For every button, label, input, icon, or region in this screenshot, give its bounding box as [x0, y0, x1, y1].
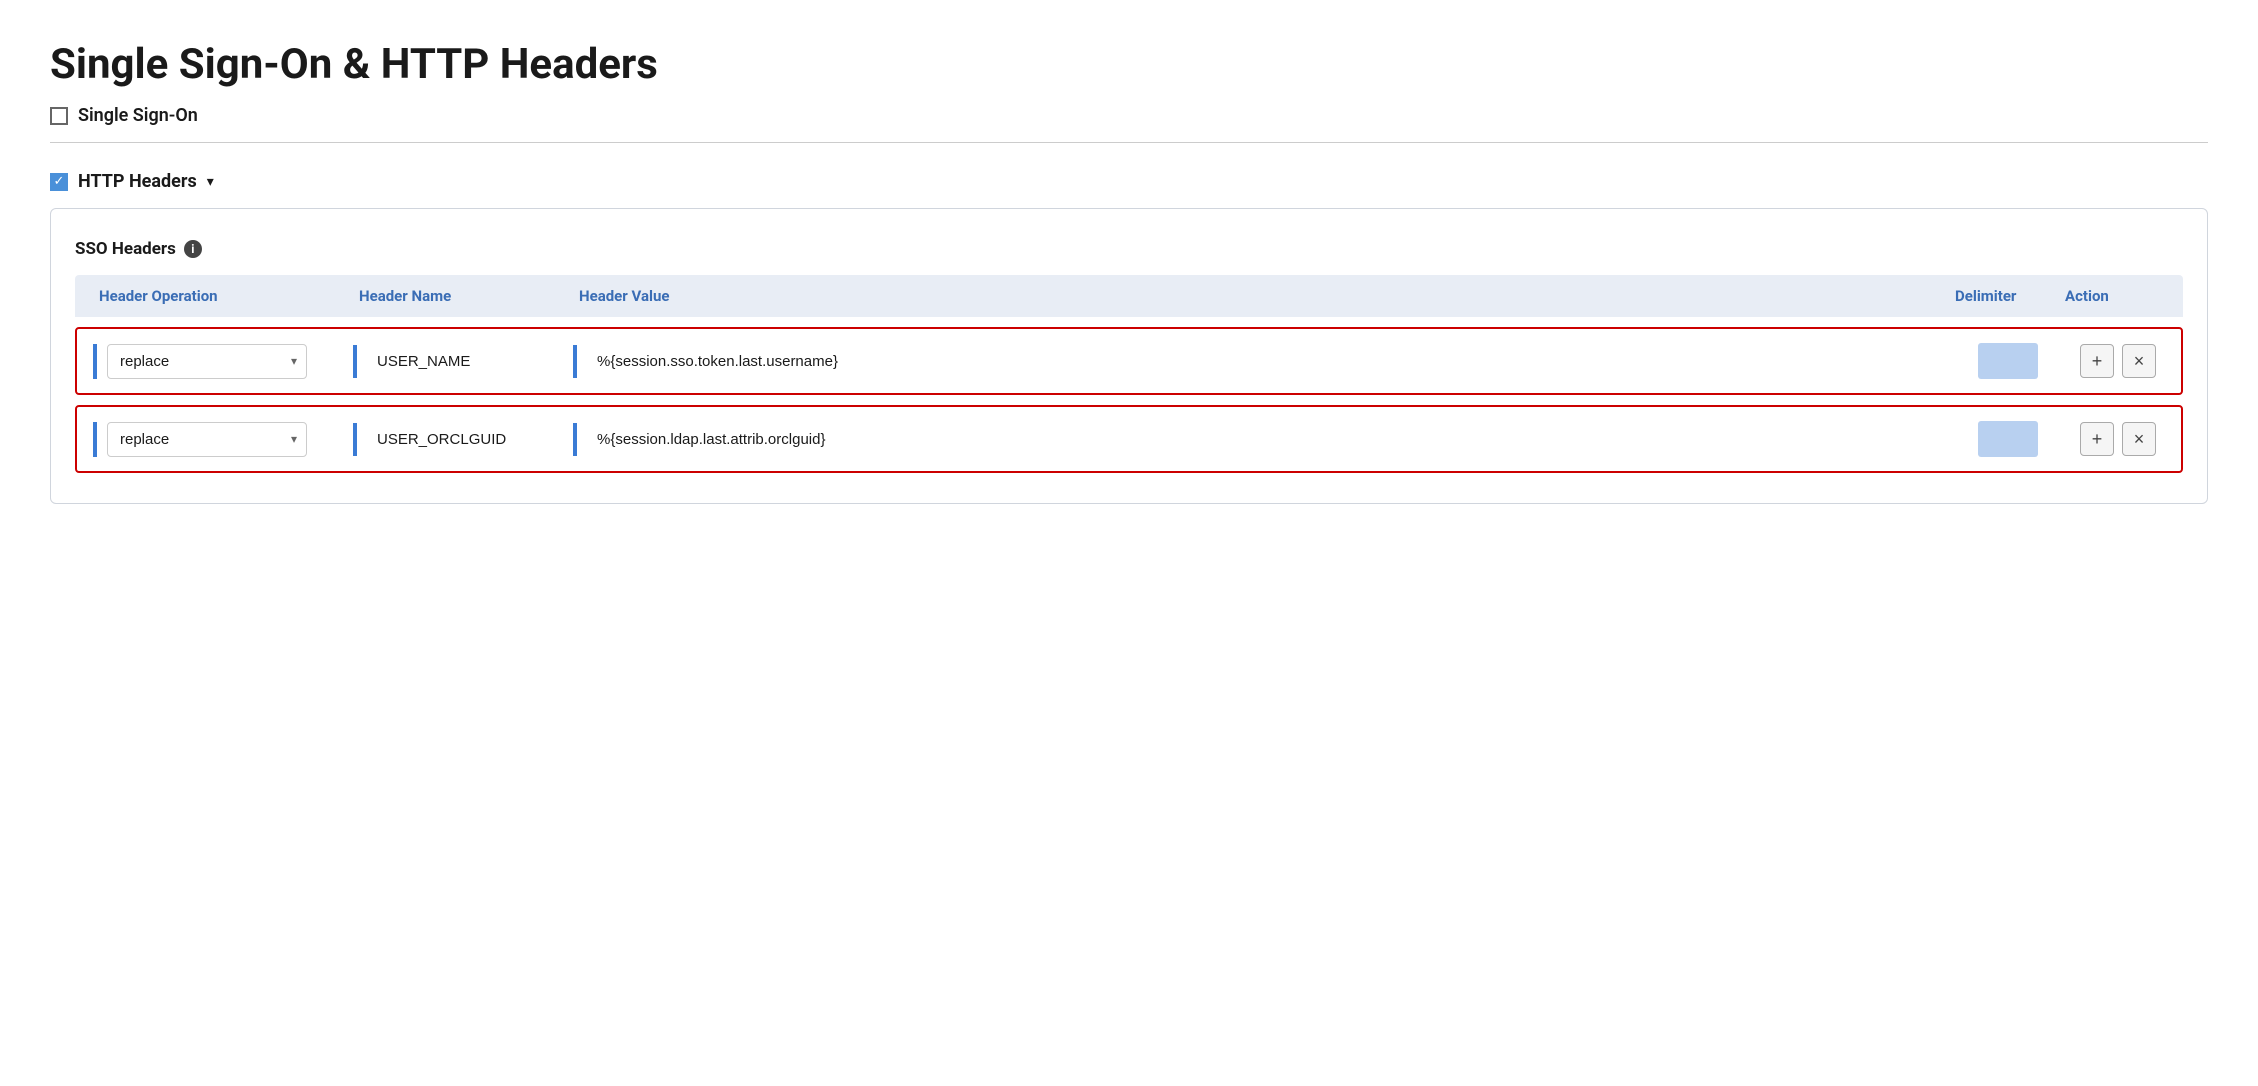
name-cell-1 — [345, 341, 565, 382]
add-row-button-1[interactable]: + — [2080, 344, 2114, 378]
sso-headers-label: SSO Headers — [75, 239, 176, 259]
operation-select-wrapper-2: replace insert remove ▾ — [107, 422, 307, 457]
sso-headers-title: SSO Headers i — [75, 239, 2183, 259]
remove-row-button-2[interactable]: × — [2122, 422, 2156, 456]
col-header-value: Header Value — [571, 287, 1947, 305]
http-headers-checkbox[interactable]: ✓ — [50, 173, 68, 191]
name-cell-2 — [345, 419, 565, 460]
table-header: Header Operation Header Name Header Valu… — [75, 275, 2183, 317]
operation-select-1[interactable]: replace insert remove — [107, 344, 307, 379]
operation-border-1: replace insert remove ▾ — [93, 344, 337, 379]
col-header-operation: Header Operation — [91, 287, 351, 305]
sso-section: Single Sign-On — [50, 105, 2208, 126]
action-cell-2: + × — [2063, 418, 2173, 460]
sso-headers-table: Header Operation Header Name Header Valu… — [75, 275, 2183, 473]
section-divider — [50, 142, 2208, 143]
delimiter-cell-2 — [1953, 417, 2063, 461]
delimiter-cell-1 — [1953, 339, 2063, 383]
remove-row-button-1[interactable]: × — [2122, 344, 2156, 378]
value-border-1 — [573, 345, 1945, 378]
name-border-1 — [353, 345, 557, 378]
name-input-2[interactable] — [367, 423, 557, 456]
http-headers-box: SSO Headers i Header Operation Header Na… — [50, 208, 2208, 504]
http-headers-label: HTTP Headers — [78, 171, 197, 192]
value-cell-1 — [565, 341, 1953, 382]
col-header-name: Header Name — [351, 287, 571, 305]
http-headers-section: ✓ HTTP Headers ▾ SSO Headers i Header Op… — [50, 171, 2208, 504]
value-input-2[interactable] — [587, 423, 1945, 456]
value-input-1[interactable] — [587, 345, 1945, 378]
chevron-down-icon[interactable]: ▾ — [207, 174, 214, 190]
operation-cell-1: replace insert remove ▾ — [85, 340, 345, 383]
name-border-2 — [353, 423, 557, 456]
col-header-delimiter: Delimiter — [1947, 287, 2057, 305]
add-row-button-2[interactable]: + — [2080, 422, 2114, 456]
http-headers-toggle: ✓ HTTP Headers ▾ — [50, 171, 2208, 192]
operation-select-wrapper-1: replace insert remove ▾ — [107, 344, 307, 379]
operation-cell-2: replace insert remove ▾ — [85, 418, 345, 461]
value-cell-2 — [565, 419, 1953, 460]
col-header-action: Action — [2057, 287, 2167, 305]
action-cell-1: + × — [2063, 340, 2173, 382]
value-border-2 — [573, 423, 1945, 456]
operation-select-2[interactable]: replace insert remove — [107, 422, 307, 457]
info-icon[interactable]: i — [184, 240, 202, 258]
name-input-1[interactable] — [367, 345, 557, 378]
delimiter-box-1[interactable] — [1978, 343, 2038, 379]
sso-label: Single Sign-On — [78, 105, 198, 126]
operation-border-2: replace insert remove ▾ — [93, 422, 337, 457]
table-row: replace insert remove ▾ — [75, 405, 2183, 473]
table-row: replace insert remove ▾ — [75, 327, 2183, 395]
sso-checkbox[interactable] — [50, 107, 68, 125]
page-title: Single Sign-On & HTTP Headers — [50, 40, 2208, 89]
delimiter-box-2[interactable] — [1978, 421, 2038, 457]
checkmark-icon: ✓ — [54, 174, 65, 189]
